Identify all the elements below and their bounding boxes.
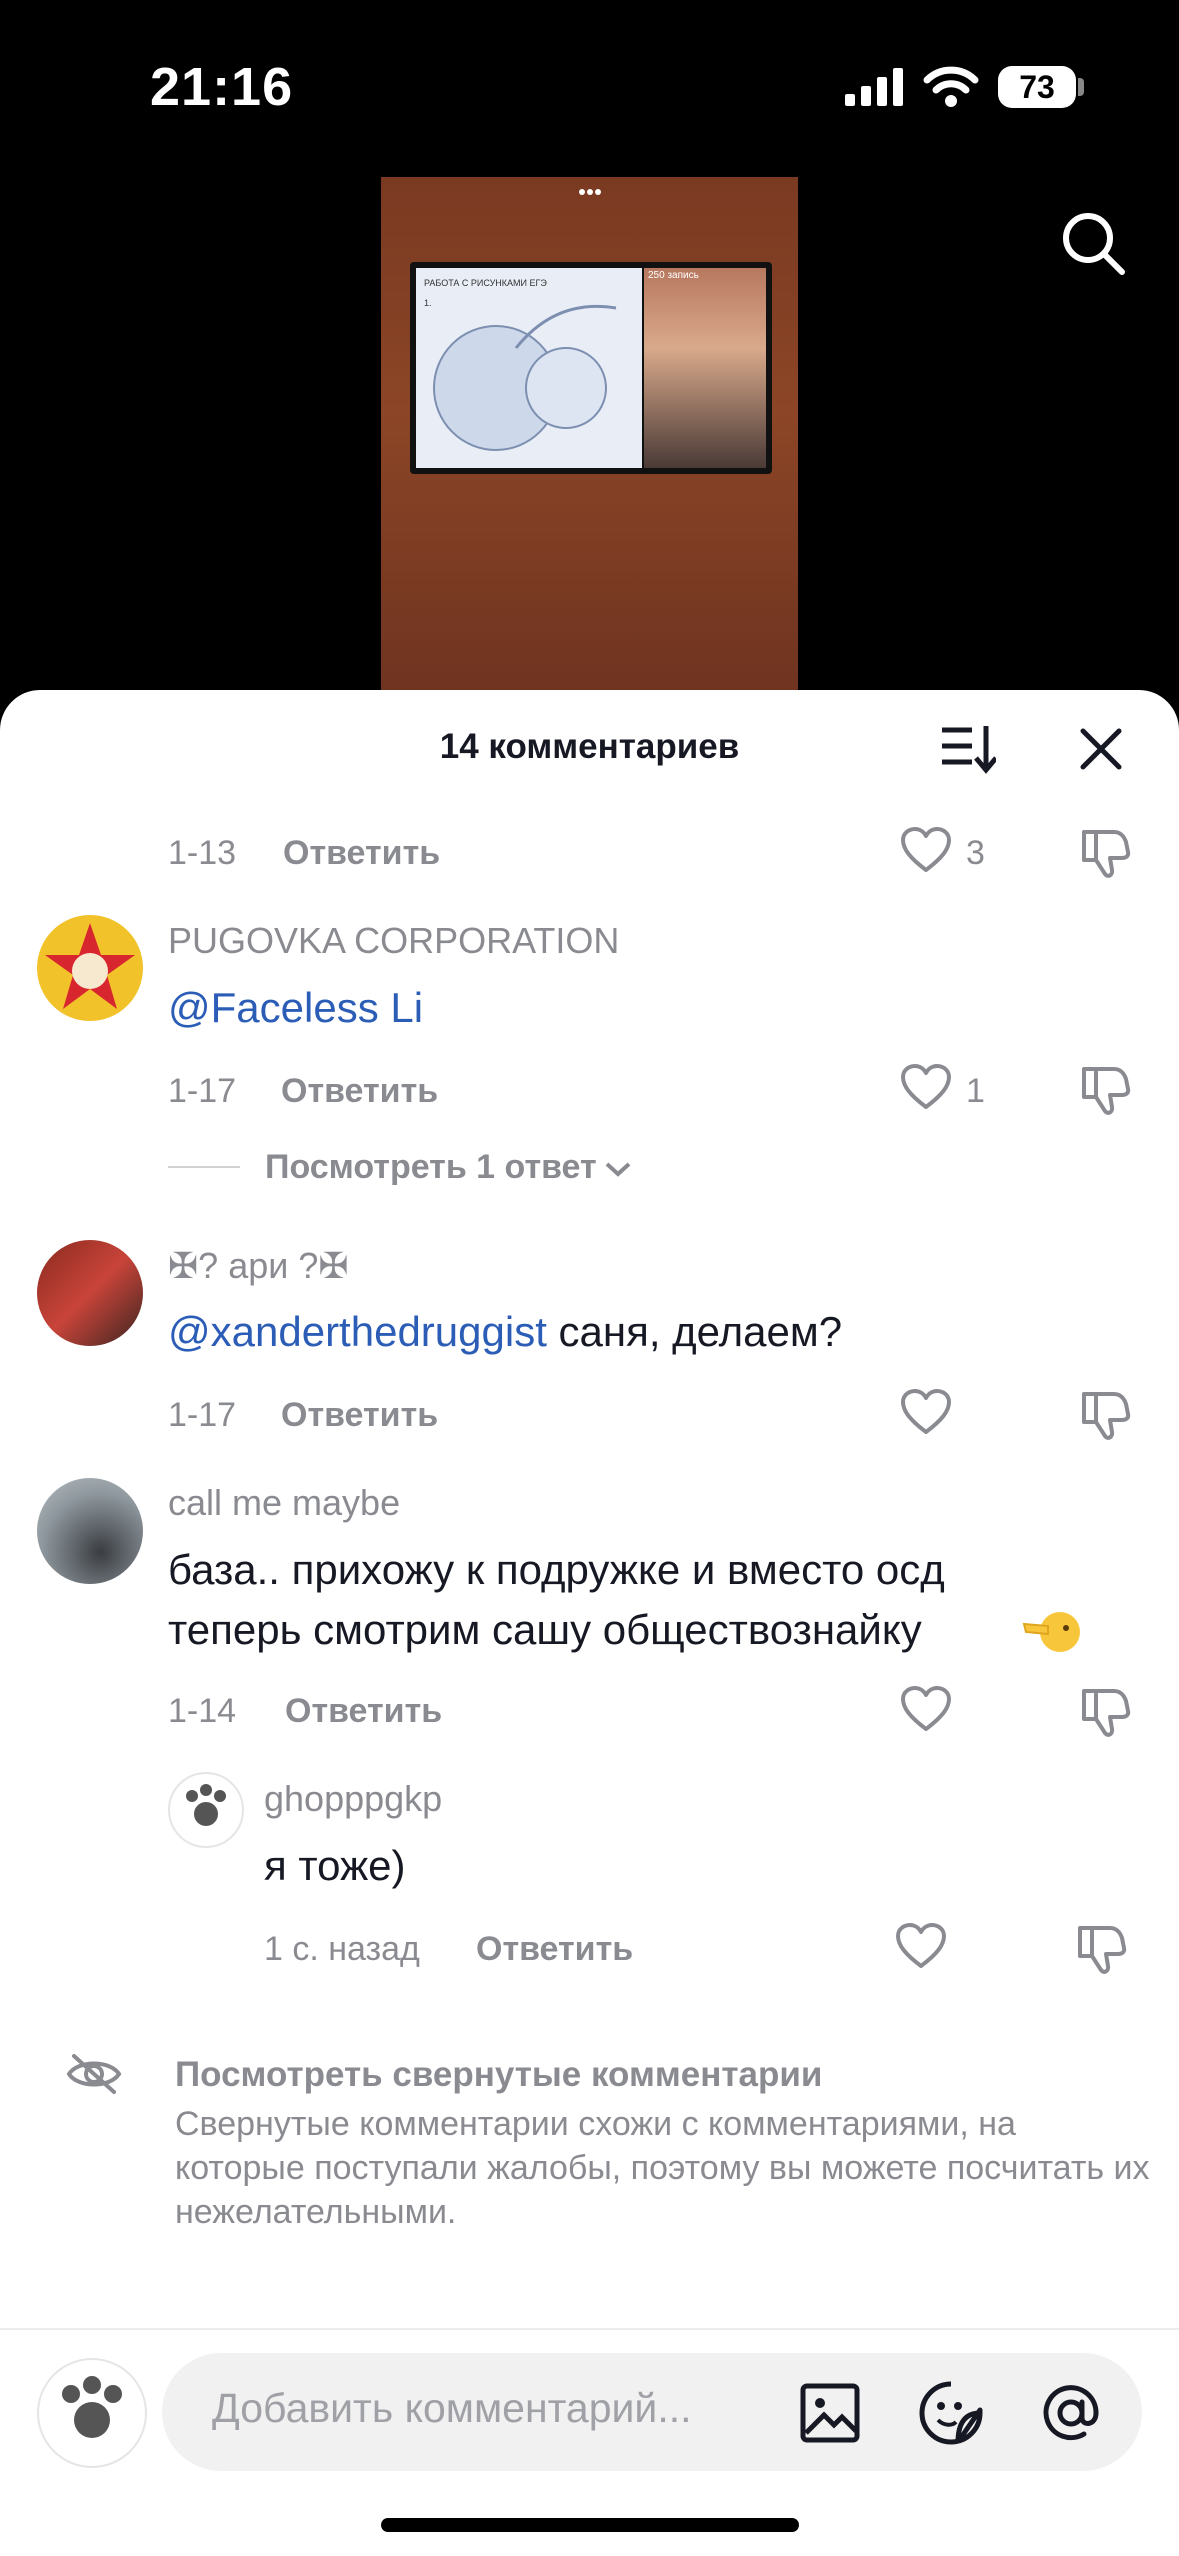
comment-text: я тоже) xyxy=(264,1842,406,1889)
comment-text-line1: база.. прихожу к подружке и вместо осд xyxy=(168,1546,945,1593)
sort-icon[interactable] xyxy=(940,722,996,774)
view-replies-button[interactable]: Посмотреть 1 ответ xyxy=(265,1148,631,1187)
dislike-icon[interactable] xyxy=(1080,1685,1132,1739)
comment-body: саня, делаем? xyxy=(546,1308,843,1355)
comment-date: 1-13 xyxy=(168,834,237,872)
comment-mention[interactable]: @Faceless Li xyxy=(168,984,423,1031)
avatar[interactable] xyxy=(168,1772,244,1848)
chevron-down-icon xyxy=(605,1162,631,1177)
signal-icon xyxy=(845,68,905,106)
video-slide xyxy=(416,268,642,468)
battery-indicator: 73 xyxy=(998,66,1076,108)
video-streamer xyxy=(644,268,766,468)
view-hidden-comments-button[interactable]: Посмотреть свернутые комментарии xyxy=(175,2055,822,2095)
heart-icon[interactable] xyxy=(900,1685,952,1733)
reply-button[interactable]: Ответить xyxy=(476,1930,633,1969)
my-avatar xyxy=(37,2358,147,2468)
status-time: 21:16 xyxy=(150,57,294,117)
comment-input-placeholder: Добавить комментарий... xyxy=(212,2385,692,2431)
comment-text-line2: теперь смотрим сашу обществознайку xyxy=(168,1606,922,1653)
reply-button[interactable]: Ответить xyxy=(281,1396,438,1435)
dislike-icon[interactable] xyxy=(1080,1388,1132,1442)
like-count: 3 xyxy=(966,834,985,872)
comment-text: @Faceless Li xyxy=(168,978,423,1038)
image-icon[interactable] xyxy=(800,2383,860,2443)
home-indicator xyxy=(381,2518,799,2532)
wifi-icon xyxy=(923,64,979,108)
avatar[interactable] xyxy=(37,1478,143,1584)
emoji-icon xyxy=(1022,1604,1082,1656)
hidden-comments-description: Свернутые комментарии схожи с комментари… xyxy=(175,2105,1150,2231)
comment-date: 1-17 xyxy=(168,1396,237,1434)
heart-icon[interactable] xyxy=(900,1388,952,1436)
comment-username[interactable]: call me maybe xyxy=(168,1482,400,1524)
comment-date: 1-17 xyxy=(168,1072,237,1110)
comment-username[interactable]: ghopppgkp xyxy=(264,1778,442,1820)
comment-username[interactable]: PUGOVKA CORPORATION xyxy=(168,920,619,962)
like-count: 1 xyxy=(966,1072,985,1110)
dislike-icon[interactable] xyxy=(1076,1922,1128,1976)
slide-number: 1. xyxy=(424,298,432,308)
comment-username[interactable]: ✠? ари ?✠ xyxy=(168,1245,349,1287)
comment-date: 1 с. назад xyxy=(264,1930,420,1968)
dislike-icon[interactable] xyxy=(1080,826,1132,880)
mention-icon[interactable] xyxy=(1038,2380,1104,2446)
heart-icon[interactable] xyxy=(900,826,952,874)
battery-tip xyxy=(1078,78,1084,96)
video-overlay-text: 250 запись xyxy=(648,270,699,281)
composer-divider xyxy=(0,2328,1179,2330)
reply-button[interactable]: Ответить xyxy=(283,834,440,873)
eye-off-icon xyxy=(66,2052,122,2096)
avatar[interactable] xyxy=(37,1240,143,1346)
comments-title: 14 комментариев xyxy=(439,727,740,766)
replies-divider xyxy=(168,1166,240,1168)
more-dots-icon[interactable] xyxy=(578,188,602,196)
comment-mention[interactable]: @xanderthedruggist xyxy=(168,1308,547,1355)
heart-icon[interactable] xyxy=(895,1922,947,1970)
reply-button[interactable]: Ответить xyxy=(285,1692,442,1731)
search-icon[interactable] xyxy=(1060,210,1128,278)
comment-text: @xanderthedruggist саня, делаем? xyxy=(168,1302,842,1362)
comment-date: 1-14 xyxy=(168,1692,237,1730)
reply-button[interactable]: Ответить xyxy=(281,1072,438,1111)
avatar[interactable] xyxy=(37,915,143,1021)
heart-icon[interactable] xyxy=(900,1063,952,1111)
slide-title: РАБОТА С РИСУНКАМИ ЕГЭ xyxy=(424,278,547,288)
view-replies-label: Посмотреть 1 ответ xyxy=(265,1148,597,1186)
dislike-icon[interactable] xyxy=(1080,1063,1132,1117)
close-icon[interactable] xyxy=(1080,728,1122,770)
sticker-icon[interactable] xyxy=(918,2380,984,2446)
